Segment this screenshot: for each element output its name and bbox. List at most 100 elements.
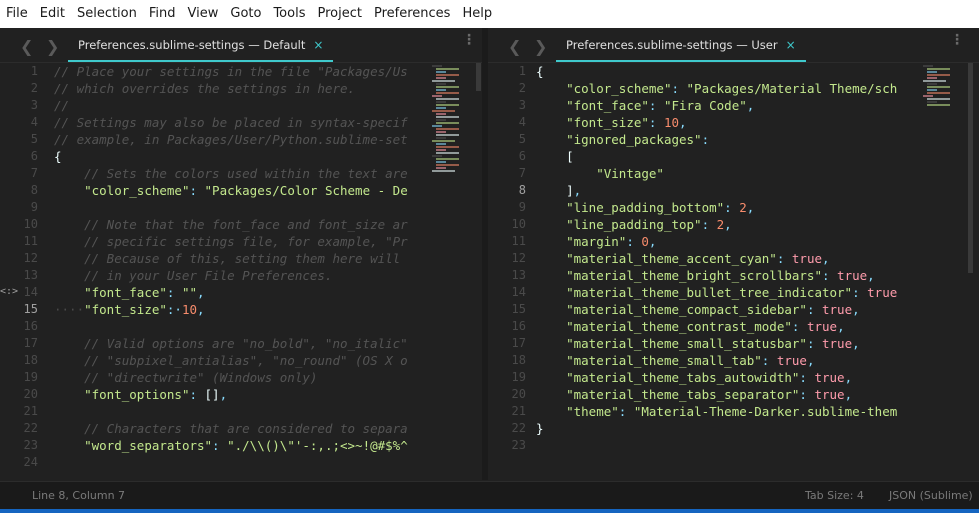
code-line[interactable]: "line_padding_bottom": 2, [536, 199, 754, 216]
line-number: 7 [30, 166, 38, 180]
code-line[interactable]: // Because of this, setting them here wi… [54, 250, 400, 267]
code-line[interactable]: "Vintage" [536, 165, 664, 182]
minimap-line [436, 158, 459, 160]
code-line[interactable]: "line_padding_top": 2, [536, 216, 732, 233]
code-line[interactable]: "color_scheme": "Packages/Color Scheme -… [54, 182, 408, 199]
minimap-line [436, 98, 459, 100]
tab-default-settings[interactable]: Preferences.sublime-settings — Default × [68, 28, 334, 62]
menu-item-help[interactable]: Help [456, 0, 498, 28]
kebab-icon[interactable]: ⋮ [462, 33, 476, 47]
tab-user-settings[interactable]: Preferences.sublime-settings — User × [556, 28, 806, 62]
code-line[interactable]: "material_theme_contrast_mode": true, [536, 318, 844, 335]
line-number: 9 [30, 200, 38, 214]
code-line[interactable]: "font_options": [], [54, 386, 227, 403]
code-line[interactable]: "font_face": "Fira Code", [536, 97, 754, 114]
scrollbar[interactable] [968, 63, 973, 273]
close-icon[interactable]: × [313, 38, 323, 52]
code-line[interactable]: // specific settings file, for example, … [54, 233, 408, 250]
tab-size[interactable]: Tab Size: 4 [805, 489, 864, 502]
code-line[interactable]: "material_theme_tabs_autowidth": true, [536, 369, 852, 386]
kebab-icon[interactable]: ⋮ [950, 33, 964, 47]
code-token: // "directwrite" (Windows only) [54, 370, 318, 385]
code-token: ···· [54, 302, 85, 317]
code-line[interactable]: "material_theme_compact_sidebar": true, [536, 301, 860, 318]
menu-item-preferences[interactable]: Preferences [368, 0, 456, 28]
code-token: true [814, 387, 845, 402]
minimap-line [436, 146, 459, 148]
code-line[interactable]: // [54, 97, 69, 114]
menu-item-selection[interactable]: Selection [71, 0, 143, 28]
code-token: "margin" [566, 234, 627, 249]
code-line[interactable]: { [54, 148, 62, 165]
code-line[interactable]: // Place your settings in the file "Pack… [54, 63, 408, 80]
code-token: "material_theme_tabs_separator" [566, 387, 800, 402]
scrollbar[interactable] [476, 63, 481, 91]
code-line[interactable]: "ignored_packages": [536, 131, 709, 148]
code-line[interactable]: // Characters that are considered to sep… [54, 420, 408, 437]
chevron-right-icon[interactable]: ❯ [534, 37, 547, 56]
menu-item-view[interactable]: View [182, 0, 225, 28]
code-token: , [852, 302, 860, 317]
code-line[interactable]: "material_theme_tabs_separator": true, [536, 386, 852, 403]
code-line[interactable]: // Note that the font_face and font_size… [54, 216, 408, 233]
code-line[interactable]: { [536, 63, 544, 80]
editor-pane-default[interactable]: 1 // Place your settings in the file "Pac… [0, 63, 482, 480]
minimap-line [432, 170, 455, 172]
menu-item-edit[interactable]: Edit [34, 0, 71, 28]
code-line[interactable]: "material_theme_small_statusbar": true, [536, 335, 860, 352]
code-line[interactable]: ····"font_size":·10, [54, 301, 205, 318]
code-line[interactable]: // Settings may also be placed in syntax… [54, 114, 408, 131]
code-line[interactable]: "margin": 0, [536, 233, 656, 250]
line-number: 7 [518, 166, 526, 180]
chevron-right-icon[interactable]: ❯ [46, 37, 59, 56]
code-token: { [54, 149, 62, 164]
code-line[interactable]: "material_theme_accent_cyan": true, [536, 250, 829, 267]
syntax-selector[interactable]: JSON (Sublime) [889, 489, 973, 502]
code-line[interactable]: "font_size": 10, [536, 114, 686, 131]
code-line[interactable]: // Valid options are "no_bold", "no_ital… [54, 335, 408, 352]
code-token: 2 [739, 200, 747, 215]
code-line[interactable]: ], [536, 182, 581, 199]
code-token: : [799, 387, 815, 402]
code-line[interactable]: [ [536, 148, 574, 165]
menu-item-file[interactable]: File [0, 0, 34, 28]
code-line[interactable]: // example, in Packages/User/Python.subl… [54, 131, 408, 148]
code-line[interactable]: "material_theme_bright_scrollbars": true… [536, 267, 875, 284]
close-icon[interactable]: × [786, 38, 796, 52]
menu-item-tools[interactable]: Tools [267, 0, 311, 28]
code-token: "line_padding_top" [566, 217, 702, 232]
code-line[interactable]: // in your User File Preferences. [54, 267, 332, 284]
code-line[interactable]: "material_theme_small_tab": true, [536, 352, 814, 369]
code-line[interactable]: "word_separators": "./\\()\"'-:,.;<>~!@#… [54, 437, 408, 454]
code-line[interactable]: // "directwrite" (Windows only) [54, 369, 317, 386]
minimap-line [436, 89, 446, 91]
minimap-line [432, 65, 442, 67]
minimap-line [436, 86, 459, 88]
minimap[interactable] [923, 63, 965, 173]
code-line[interactable]: // which overrides the settings in here. [54, 80, 355, 97]
code-line[interactable]: // Sets the colors used within the text … [54, 165, 408, 182]
menu-item-project[interactable]: Project [311, 0, 367, 28]
code-line[interactable]: } [536, 420, 544, 437]
code-line[interactable]: "font_face": "", [54, 284, 204, 301]
minimap-line [436, 167, 446, 169]
code-line[interactable]: // "subpixel_antialias", "no_round" (OS … [54, 352, 408, 369]
menu-item-goto[interactable]: Goto [224, 0, 267, 28]
code-line[interactable]: "material_theme_bullet_tree_indicator": … [536, 284, 897, 301]
code-line[interactable]: "color_scheme": "Packages/Material Theme… [536, 80, 897, 97]
chevron-left-icon[interactable]: ❮ [508, 37, 521, 56]
cursor-position[interactable]: Line 8, Column 7 [32, 489, 125, 502]
code-line[interactable]: "theme": "Material-Theme-Darker.sublime-… [536, 403, 897, 420]
menu-item-find[interactable]: Find [143, 0, 182, 28]
line-number: 4 [518, 115, 526, 129]
editor-pane-user[interactable]: 1 {2 "color_scheme": "Packages/Material T… [488, 63, 979, 480]
code-token: : [618, 404, 634, 419]
minimap[interactable] [432, 63, 474, 173]
chevron-left-icon[interactable]: ❮ [20, 37, 33, 56]
code-token: , [844, 370, 853, 385]
line-number: 4 [30, 115, 38, 129]
code-token: // in your User File Preferences. [54, 268, 333, 283]
code-token: true [806, 319, 838, 334]
